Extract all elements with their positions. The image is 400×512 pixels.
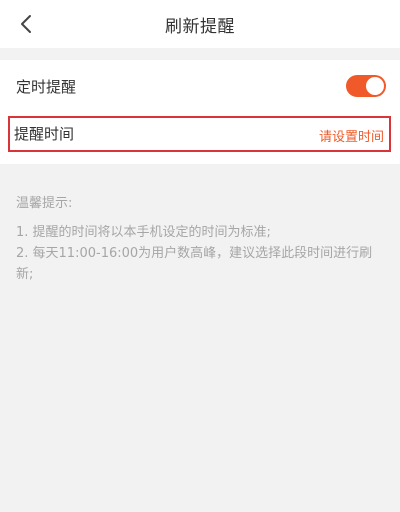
schedule-label: 定时提醒 [16,77,77,96]
schedule-row: 定时提醒 [0,64,400,108]
page-title: 刷新提醒 [165,16,235,37]
chevron-left-icon [21,15,31,33]
reminder-time-row[interactable]: 提醒时间 请设置时间 [0,116,400,160]
tip-item: 1. 提醒的时间将以本手机设定的时间为标准; [16,225,271,240]
tip-item: 2. 每天11:00-16:00为用户数高峰，建议选择此段时间进行刷新; [16,246,373,282]
settings-card: 定时提醒 提醒时间 请设置时间 [0,60,400,164]
set-time-link[interactable]: 请设置时间 [319,126,384,145]
schedule-toggle[interactable] [346,75,386,97]
back-button[interactable] [8,6,44,42]
tips-title: 温馨提示: [16,196,73,211]
tips-section: 温馨提示: 1. 提醒的时间将以本手机设定的时间为标准; 2. 每天11:00-… [16,193,388,285]
toggle-knob [366,77,384,95]
nav-bar: 刷新提醒 [0,0,400,48]
reminder-time-label: 提醒时间 [14,125,75,143]
